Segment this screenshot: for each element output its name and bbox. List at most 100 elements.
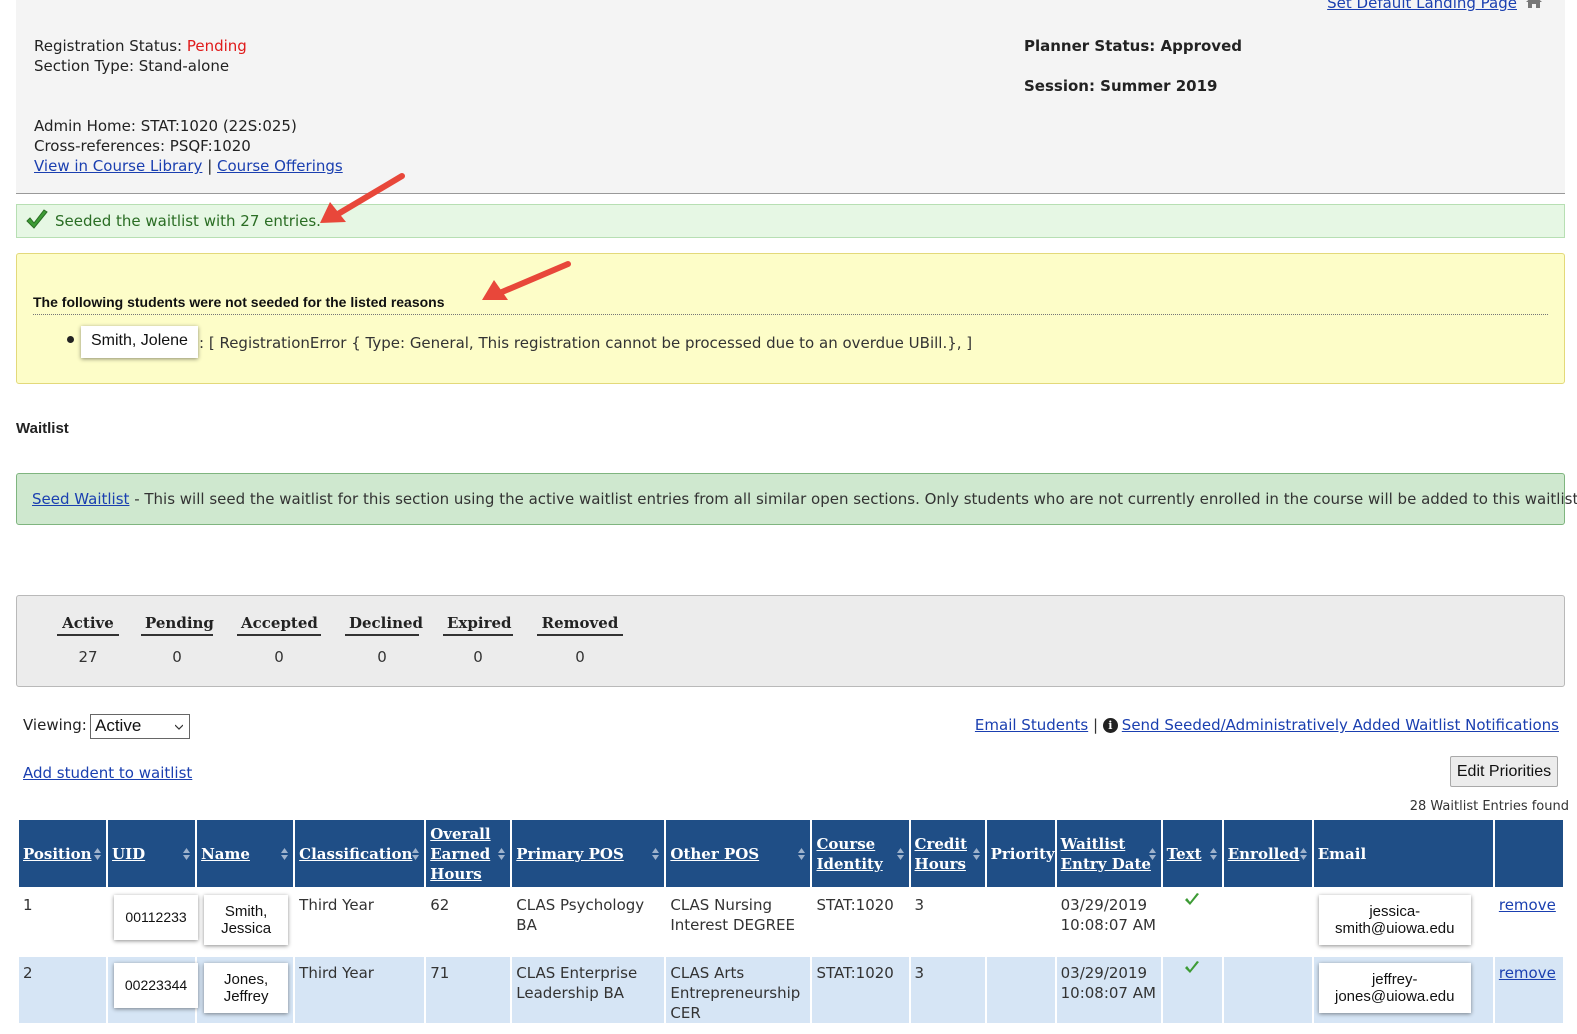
column-header-classification[interactable]: Classification — [295, 820, 425, 887]
cell-entry-date: 03/29/2019 10:08:07 AM — [1056, 889, 1161, 955]
email-chip[interactable]: jeffrey-jones@uiowa.edu — [1318, 963, 1471, 1013]
count-label: Pending — [141, 614, 214, 636]
seed-waitlist-link[interactable]: Seed Waitlist — [32, 490, 129, 508]
cell-name: Jones, Jeffrey — [197, 957, 294, 1023]
session: Session: Summer 2019 — [1024, 77, 1218, 95]
remove-link[interactable]: remove — [1499, 896, 1556, 914]
column-header-waitlist-entry-date[interactable]: Waitlist Entry Date — [1056, 820, 1161, 887]
cell-hours: 62 — [426, 889, 511, 955]
planner-info: Planner Status: Approved Session: Summer… — [1024, 36, 1242, 96]
header-label: Overall Earned Hours — [430, 824, 491, 883]
uid-chip[interactable]: 00112233 — [114, 895, 199, 940]
edit-priorities-button[interactable]: Edit Priorities — [1450, 756, 1558, 787]
cell-name: Smith, Jessica — [197, 889, 294, 955]
header-label: Waitlist Entry Date — [1060, 834, 1151, 873]
admin-info: Admin Home: STAT:1020 (22S:025) Cross-re… — [34, 116, 343, 176]
name-chip[interactable]: Jones, Jeffrey — [204, 963, 289, 1013]
cell-credit-hours: 3 — [910, 889, 985, 955]
cell-entry-date: 03/29/2019 10:08:07 AM — [1056, 957, 1161, 1023]
waitlist-heading: Waitlist — [16, 420, 69, 437]
table-row: 1 00112233 Smith, Jessica Third Year 62 … — [19, 889, 1563, 955]
warning-reason: : [ RegistrationError { Type: General, T… — [199, 334, 973, 352]
column-header-position[interactable]: Position — [19, 820, 107, 887]
success-message: Seeded the waitlist with 27 entries. — [55, 212, 321, 230]
cell-email: jeffrey-jones@uiowa.edu — [1313, 957, 1493, 1023]
bullet — [67, 336, 74, 343]
sort-icon — [798, 848, 806, 860]
count-value: 0 — [274, 648, 284, 666]
info-icon[interactable]: i — [1102, 718, 1118, 733]
column-header-enrolled[interactable]: Enrolled — [1223, 820, 1312, 887]
sort-icon — [972, 848, 980, 860]
cell-position: 1 — [19, 889, 107, 955]
count-value: 27 — [78, 648, 98, 666]
remove-link[interactable]: remove — [1499, 964, 1556, 982]
set-default-landing-link[interactable]: Set Default Landing Page — [1327, 0, 1517, 12]
registration-status-label: Registration Status: — [34, 37, 183, 55]
column-header-credit-hours[interactable]: Credit Hours — [910, 820, 985, 887]
email-chip[interactable]: jessica-smith@uiowa.edu — [1318, 895, 1471, 945]
home-icon[interactable] — [1525, 0, 1543, 8]
waitlist-table: Position UID Name Classification Overall… — [17, 818, 1565, 1025]
header-label: Course Identity — [816, 834, 883, 873]
sort-icon — [183, 848, 191, 860]
count-label: Removed — [537, 614, 623, 636]
column-header-primary-pos[interactable]: Primary POS — [512, 820, 665, 887]
admin-home: Admin Home: STAT:1020 (22S:025) — [34, 117, 297, 135]
column-header-text[interactable]: Text — [1162, 820, 1222, 887]
section-type: Section Type: Stand-alone — [34, 57, 230, 75]
annotation-arrow-icon — [482, 261, 571, 300]
uid-chip[interactable]: 00223344 — [114, 963, 199, 1008]
column-header-course-identity[interactable]: Course Identity — [812, 820, 909, 887]
view-course-library-link[interactable]: View in Course Library — [34, 157, 202, 175]
header-label: Position — [23, 844, 92, 863]
registration-status-value: Pending — [186, 37, 247, 55]
column-header-name[interactable]: Name — [197, 820, 294, 887]
count-accepted[interactable]: Accepted 0 — [237, 614, 321, 666]
cell-actions: remove — [1494, 889, 1563, 955]
header-label: UID — [112, 844, 146, 863]
count-active[interactable]: Active 27 — [57, 614, 119, 666]
column-header-uid[interactable]: UID — [108, 820, 196, 887]
chevron-down-icon — [175, 724, 183, 730]
cell-hours: 71 — [426, 957, 511, 1023]
send-notifications-link[interactable]: Send Seeded/Administratively Added Waitl… — [1122, 716, 1559, 734]
name-chip[interactable]: Smith, Jessica — [204, 895, 289, 945]
planner-status: Planner Status: Approved — [1024, 37, 1242, 55]
cell-enrolled — [1223, 957, 1312, 1023]
count-label: Active — [57, 614, 119, 636]
count-declined[interactable]: Declined 0 — [345, 614, 423, 666]
cell-primary-pos: CLAS Enterprise Leadership BA — [512, 957, 665, 1023]
link-separator: | — [207, 157, 213, 175]
sort-icon — [1148, 848, 1156, 860]
not-seeded-warning: The following students were not seeded f… — [16, 253, 1565, 384]
header-label: Classification — [299, 844, 413, 863]
sort-icon — [498, 848, 506, 860]
warning-title: The following students were not seeded f… — [33, 294, 1548, 315]
email-students-link[interactable]: Email Students — [975, 716, 1088, 734]
column-header-actions — [1494, 820, 1563, 887]
status-counts-box: Active 27 Pending 0 Accepted 0 Declined … — [16, 595, 1565, 687]
count-value: 0 — [473, 648, 483, 666]
seed-waitlist-box: Seed Waitlist - This will seed the waitl… — [16, 473, 1577, 525]
seed-description: - This will seed the waitlist for this s… — [129, 490, 1577, 508]
entries-found-count: 28 Waitlist Entries found — [1409, 799, 1569, 814]
cell-priority — [986, 889, 1055, 955]
column-header-email: Email — [1313, 820, 1493, 887]
count-removed[interactable]: Removed 0 — [537, 614, 623, 666]
student-name-chip[interactable]: Smith, Jolene — [81, 326, 198, 358]
viewing-select[interactable]: Active — [90, 714, 190, 739]
cell-enrolled — [1223, 889, 1312, 955]
header-label: Name — [201, 844, 250, 863]
header-label: Primary POS — [516, 844, 624, 863]
cell-classification: Third Year — [295, 957, 425, 1023]
sort-icon — [652, 848, 660, 860]
column-header-overall-earned-hours[interactable]: Overall Earned Hours — [426, 820, 511, 887]
count-label: Expired — [443, 614, 513, 636]
cell-uid: 00112233 — [108, 889, 199, 955]
column-header-other-pos[interactable]: Other POS — [666, 820, 811, 887]
count-expired[interactable]: Expired 0 — [443, 614, 513, 666]
cell-actions: remove — [1494, 957, 1563, 1023]
add-student-link[interactable]: Add student to waitlist — [23, 764, 192, 782]
count-pending[interactable]: Pending 0 — [141, 614, 214, 666]
